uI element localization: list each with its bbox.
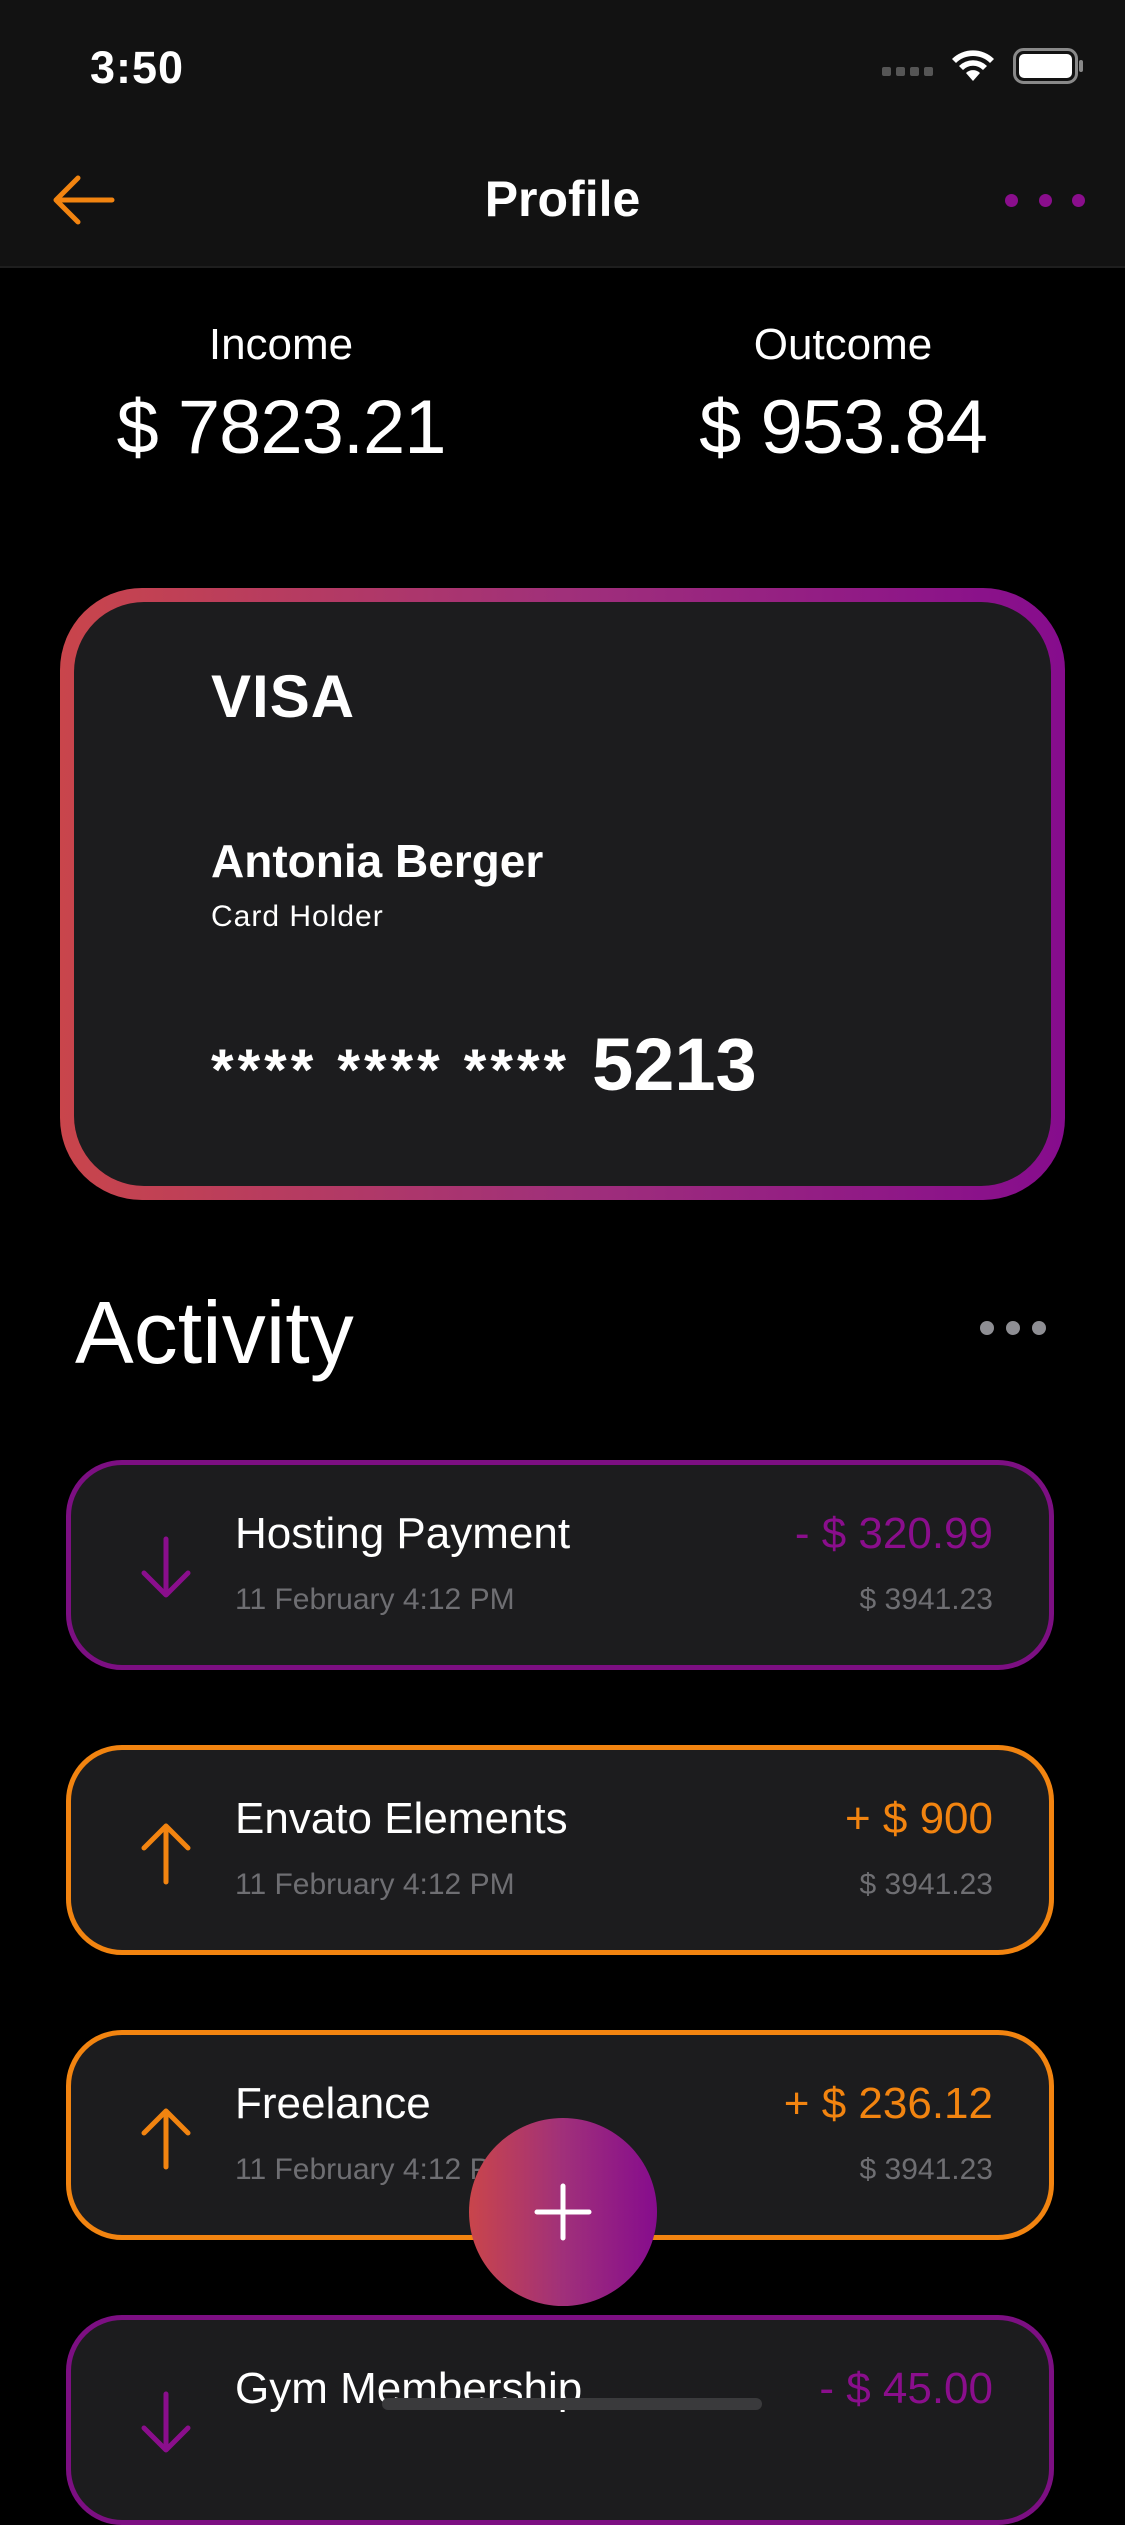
nav-bar: Profile [0, 132, 1125, 268]
transaction-balance: $ 3941.23 [859, 2153, 993, 2186]
home-indicator[interactable] [382, 2398, 762, 2410]
status-icons [882, 48, 1085, 84]
card-brand: VISA [211, 663, 356, 730]
transaction-date: 11 February 4:12 PM [235, 1868, 515, 1901]
card-number-mask: **** **** **** [211, 1038, 571, 1103]
page-title: Profile [484, 171, 641, 227]
cellular-signal-icon [882, 57, 933, 76]
card-holder-label: Card Holder [211, 900, 384, 933]
activity-title: Activity [75, 1283, 354, 1382]
credit-card[interactable]: VISA Antonia Berger Card Holder **** ***… [60, 588, 1065, 1200]
arrow-up-icon [141, 1823, 191, 1885]
battery-icon [1013, 48, 1083, 84]
income-value: $ 7823.21 [116, 385, 446, 470]
status-bar: 3:50 [0, 0, 1125, 132]
more-dot-icon [1072, 193, 1085, 207]
card-number: **** **** **** 5213 [211, 1022, 757, 1107]
income-summary: Income $ 7823.21 [0, 320, 562, 471]
more-dot-icon [1006, 1321, 1020, 1335]
transaction-balance: $ 3941.23 [859, 1583, 993, 1616]
more-dot-icon [1005, 193, 1018, 207]
transaction-amount: + $ 900 [844, 1794, 993, 1843]
transaction-amount: - $ 45.00 [819, 2364, 993, 2413]
transaction-date: 11 February 4:12 PM [235, 1583, 515, 1616]
income-label: Income [208, 320, 354, 369]
wifi-icon [952, 50, 994, 81]
transaction-item[interactable]: Gym Membership - $ 45.00 [66, 2315, 1054, 2525]
outcome-label: Outcome [753, 320, 933, 369]
transaction-balance: $ 3941.23 [859, 1868, 993, 1901]
more-options-button[interactable] [1005, 180, 1085, 220]
arrow-up-icon [141, 2108, 191, 2170]
plus-icon [534, 2183, 592, 2241]
transaction-amount: + $ 236.12 [783, 2079, 993, 2128]
transaction-title: Hosting Payment [235, 1509, 571, 1558]
more-dot-icon [1032, 1321, 1046, 1335]
credit-card-body: VISA Antonia Berger Card Holder **** ***… [74, 602, 1051, 1186]
outcome-value: $ 953.84 [699, 385, 988, 470]
transaction-item[interactable]: Envato Elements 11 February 4:12 PM + $ … [66, 1745, 1054, 1955]
card-holder-name: Antonia Berger [211, 835, 544, 887]
outcome-summary: Outcome $ 953.84 [562, 320, 1124, 471]
more-dot-icon [1038, 193, 1052, 207]
transaction-title: Envato Elements [235, 1794, 568, 1843]
add-transaction-button[interactable] [469, 2118, 657, 2306]
arrow-down-icon [141, 2391, 191, 2453]
arrow-down-icon [141, 1536, 191, 1598]
transaction-item[interactable]: Hosting Payment 11 February 4:12 PM - $ … [66, 1460, 1054, 1670]
activity-more-button[interactable] [980, 1318, 1046, 1338]
transaction-title: Freelance [235, 2079, 431, 2128]
status-time: 3:50 [90, 42, 185, 93]
transaction-amount: - $ 320.99 [794, 1509, 993, 1558]
more-dot-icon [980, 1321, 994, 1335]
card-number-last-digits: 5213 [592, 1023, 757, 1106]
